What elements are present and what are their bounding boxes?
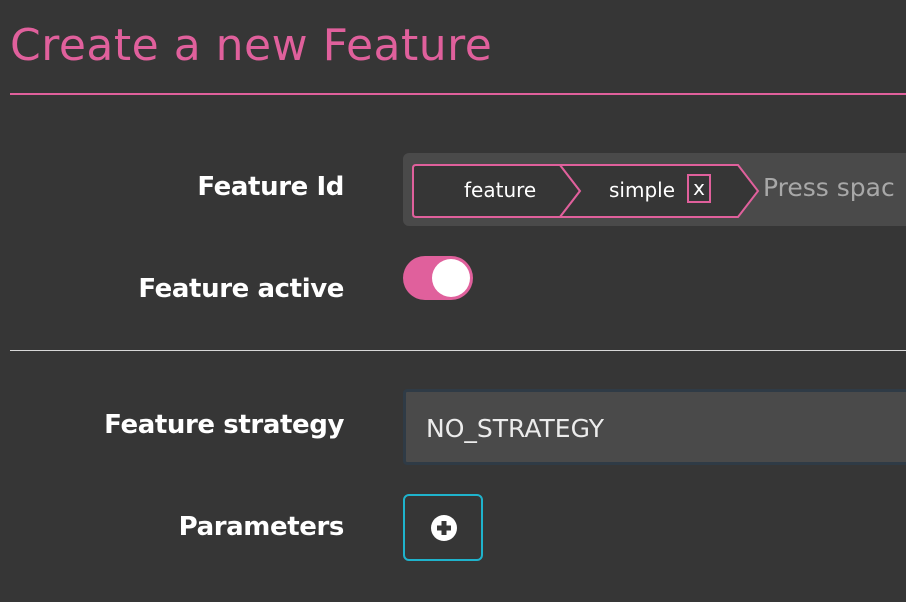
plus-circle-icon [431, 515, 457, 541]
feature-active-toggle[interactable] [403, 256, 473, 300]
add-parameter-button[interactable] [403, 494, 483, 561]
feature-strategy-label: Feature strategy [104, 410, 344, 440]
section-divider [10, 350, 906, 351]
strategy-selected-value: NO_STRATEGY [426, 414, 605, 443]
toggle-knob [432, 259, 470, 297]
page-title: Create a new Feature [10, 20, 493, 71]
parameters-label: Parameters [178, 512, 345, 542]
tag-label-simple: simple [609, 178, 676, 202]
tag-label-feature: feature [464, 178, 537, 202]
feature-id-label: Feature Id [197, 172, 344, 202]
tag-text-input[interactable] [763, 167, 906, 207]
feature-strategy-select[interactable]: NO_STRATEGY [403, 389, 906, 465]
title-underline [10, 93, 906, 95]
feature-active-label: Feature active [138, 274, 344, 304]
feature-id-tag-input[interactable]: feature simple x [403, 153, 906, 226]
remove-tag-button[interactable]: x [687, 174, 711, 203]
